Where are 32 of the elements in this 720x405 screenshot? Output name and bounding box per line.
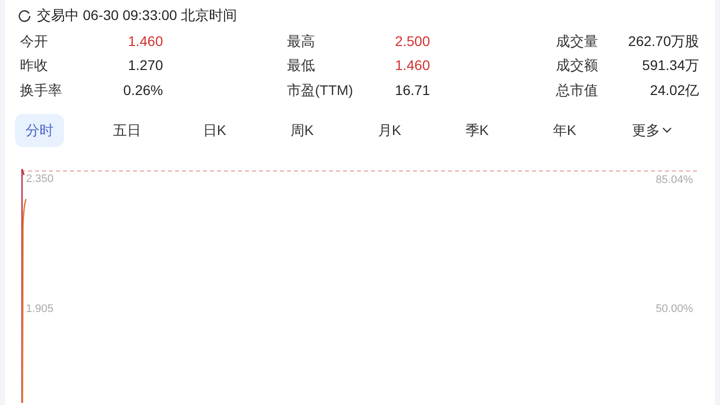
stat-label: 市盈(TTM) [287, 80, 354, 100]
period-tab[interactable]: 更多 [628, 114, 676, 146]
period-tab[interactable]: 月K [365, 114, 414, 146]
trading-status: 交易中 06-30 09:33:00 北京时间 [37, 6, 237, 25]
period-tab[interactable]: 周K [278, 114, 326, 146]
stat-value: 2.500 [394, 32, 430, 51]
stat-value: 1.460 [394, 56, 430, 76]
period-tab[interactable]: 日K [190, 114, 239, 146]
stat-value: 1.460 [128, 32, 163, 51]
period-tab[interactable]: 年K [540, 114, 589, 146]
stat-label: 换手率 [20, 80, 62, 100]
stat-value: 24.02亿 [650, 80, 699, 100]
stat-label: 昨收 [20, 56, 48, 76]
period-tab[interactable]: 季K [452, 114, 502, 146]
stat-value: 591.34万 [642, 56, 699, 76]
stat-label: 最高 [287, 32, 315, 51]
stat-label: 总市值 [556, 80, 598, 100]
percent-axis-label: 85.04% [656, 172, 693, 188]
period-tab[interactable]: 五日 [102, 114, 152, 146]
period-tab[interactable]: 分时 [15, 114, 64, 146]
loading-icon [18, 9, 31, 22]
stat-label: 今开 [20, 32, 48, 51]
price-axis-label: 1.905 [26, 302, 54, 316]
stat-value: 16.71 [394, 80, 430, 100]
stat-value: 0.26% [123, 80, 163, 100]
price-axis-label: 2.350 [26, 172, 54, 186]
percent-axis-label: 50.00% [656, 302, 693, 316]
stat-label: 成交额 [556, 56, 598, 76]
stat-label: 最低 [287, 56, 315, 76]
stat-label: 成交量 [556, 32, 598, 51]
stat-value: 262.70万股 [628, 32, 699, 51]
stat-value: 1.270 [128, 56, 163, 76]
